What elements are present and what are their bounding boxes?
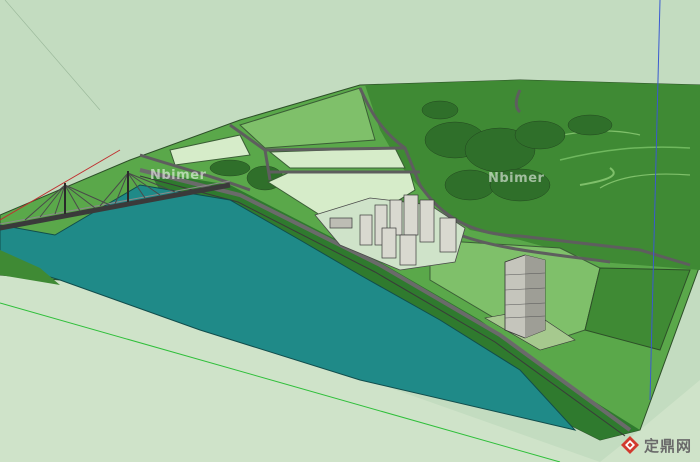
logo-text: 定鼎网	[643, 436, 692, 455]
model-viewport[interactable]	[0, 0, 700, 462]
diamond-logo-icon	[620, 436, 639, 454]
origin-guide	[4, 0, 101, 111]
site-logo: 定鼎网	[620, 434, 692, 456]
watermark-right: Nbimer	[488, 171, 545, 186]
watermark-left: Nbimer	[150, 168, 207, 183]
